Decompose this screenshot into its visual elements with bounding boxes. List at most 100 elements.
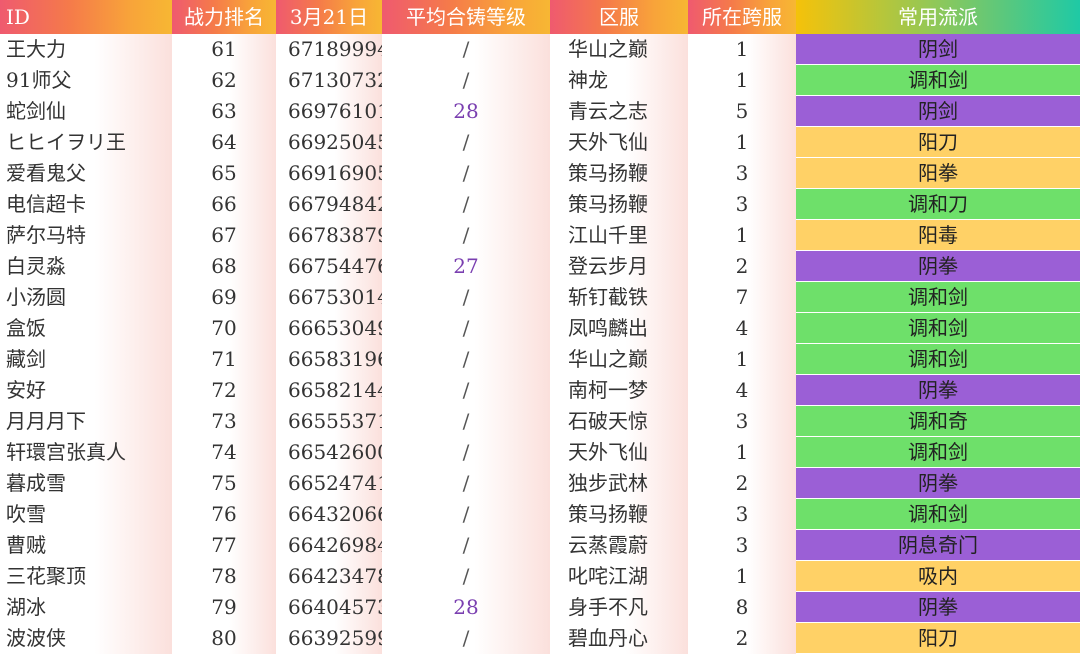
table-row: 安好 72 66582144/南柯一梦 4 阴拳	[0, 374, 1080, 406]
cell-server: 独步武林	[550, 467, 688, 499]
cell-level: /	[382, 34, 550, 65]
cell-cross: 3	[688, 188, 796, 220]
table-row: 轩環宫张真人 74 66542600/天外飞仙 1 调和剑	[0, 436, 1080, 468]
cell-server: 凤鸣麟出	[550, 312, 688, 344]
cell-id: 藏剑	[0, 343, 172, 375]
cell-style: 阴息奇门	[796, 529, 1080, 561]
cell-id: 波波侠	[0, 622, 172, 654]
cell-rank: 64	[172, 126, 276, 158]
cell-power: 67130732	[276, 64, 382, 96]
cell-rank: 71	[172, 343, 276, 375]
cell-id: 暮成雪	[0, 467, 172, 499]
cell-style: 阴剑	[796, 95, 1080, 127]
header-style: 常用流派	[796, 0, 1080, 34]
cell-server: 碧血丹心	[550, 622, 688, 654]
cell-level: /	[382, 126, 550, 158]
cell-level: /	[382, 281, 550, 313]
cell-cross: 2	[688, 467, 796, 499]
header-level: 平均合铸等级	[382, 0, 550, 34]
table-row: 萨尔马特 67 66783879/江山千里 1 阳毒	[0, 219, 1080, 251]
cell-id: 白灵淼	[0, 250, 172, 282]
cell-power: 66423478	[276, 560, 382, 592]
cell-style: 阴拳	[796, 591, 1080, 623]
cell-rank: 77	[172, 529, 276, 561]
cell-id: 王大力	[0, 34, 172, 65]
cell-level: /	[382, 622, 550, 654]
cell-style: 阴拳	[796, 467, 1080, 499]
cell-power: 66555371	[276, 405, 382, 437]
cell-power: 66783879	[276, 219, 382, 251]
cell-style: 调和剑	[796, 436, 1080, 468]
header-rank: 战力排名	[172, 0, 276, 34]
cell-id: 三花聚顶	[0, 560, 172, 592]
cell-cross: 1	[688, 126, 796, 158]
cell-power: 66404573	[276, 591, 382, 623]
cell-cross: 2	[688, 250, 796, 282]
cell-server: 天外飞仙	[550, 126, 688, 158]
cell-server: 华山之巅	[550, 34, 688, 65]
table-body: 王大力 61 67189994/华山之巅 1 阴剑 91师父 62 67130732/神龙 1 调…	[0, 34, 1080, 654]
cell-cross: 8	[688, 591, 796, 623]
cell-server: 石破天惊	[550, 405, 688, 437]
cell-style: 调和剑	[796, 312, 1080, 344]
table-row: 白灵淼 68 66754476 27 登云步月 2 阴拳	[0, 250, 1080, 282]
cell-id: 轩環宫张真人	[0, 436, 172, 468]
table-row: 藏剑 71 66583196/华山之巅 1 调和剑	[0, 343, 1080, 375]
cell-style: 调和刀	[796, 188, 1080, 220]
cell-rank: 74	[172, 436, 276, 468]
cell-level: 28	[382, 95, 550, 127]
cell-level: /	[382, 219, 550, 251]
cell-cross: 1	[688, 436, 796, 468]
cell-id: 曹贼	[0, 529, 172, 561]
table-row: ヒヒイヲリ王 64 66925045/天外飞仙 1 阳刀	[0, 126, 1080, 158]
cell-style: 阳拳	[796, 157, 1080, 189]
cell-style: 调和剑	[796, 498, 1080, 530]
table-row: 蛇剑仙 63 66976101 28 青云之志 5 阴剑	[0, 95, 1080, 127]
cell-power: 66426984	[276, 529, 382, 561]
cell-rank: 63	[172, 95, 276, 127]
cell-server: 策马扬鞭	[550, 188, 688, 220]
cell-power: 66432066	[276, 498, 382, 530]
cell-cross: 5	[688, 95, 796, 127]
header-row: ID 战力排名 3月21日 平均合铸等级 区服 所在跨服 常用流派	[0, 0, 1080, 34]
cell-id: 小汤圆	[0, 281, 172, 313]
cell-rank: 75	[172, 467, 276, 499]
cell-level: /	[382, 498, 550, 530]
cell-rank: 62	[172, 64, 276, 96]
cell-style: 阳刀	[796, 622, 1080, 654]
cell-rank: 65	[172, 157, 276, 189]
cell-power: 66542600	[276, 436, 382, 468]
cell-level: 28	[382, 591, 550, 623]
cell-rank: 79	[172, 591, 276, 623]
cell-rank: 68	[172, 250, 276, 282]
cell-level: /	[382, 64, 550, 96]
cell-power: 66392599	[276, 622, 382, 654]
cell-id: 安好	[0, 374, 172, 406]
cell-server: 青云之志	[550, 95, 688, 127]
cell-server: 南柯一梦	[550, 374, 688, 406]
cell-style: 调和奇	[796, 405, 1080, 437]
header-cross: 所在跨服	[688, 0, 796, 34]
cell-cross: 1	[688, 34, 796, 65]
table-row: 王大力 61 67189994/华山之巅 1 阴剑	[0, 34, 1080, 65]
cell-server: 身手不凡	[550, 591, 688, 623]
cell-level: /	[382, 157, 550, 189]
cell-server: 策马扬鞭	[550, 157, 688, 189]
ranking-table: ID 战力排名 3月21日 平均合铸等级 区服 所在跨服 常用流派 王大力 61 6…	[0, 0, 1080, 654]
cell-style: 阳刀	[796, 126, 1080, 158]
cell-power: 66976101	[276, 95, 382, 127]
cell-rank: 80	[172, 622, 276, 654]
cell-level: /	[382, 374, 550, 406]
cell-cross: 1	[688, 560, 796, 592]
cell-level: /	[382, 405, 550, 437]
cell-rank: 70	[172, 312, 276, 344]
cell-cross: 7	[688, 281, 796, 313]
cell-rank: 76	[172, 498, 276, 530]
cell-cross: 1	[688, 64, 796, 96]
cell-id: 电信超卡	[0, 188, 172, 220]
cell-level: /	[382, 467, 550, 499]
cell-id: 萨尔马特	[0, 219, 172, 251]
cell-server: 华山之巅	[550, 343, 688, 375]
cell-id: 爱看鬼父	[0, 157, 172, 189]
cell-id: 盒饭	[0, 312, 172, 344]
